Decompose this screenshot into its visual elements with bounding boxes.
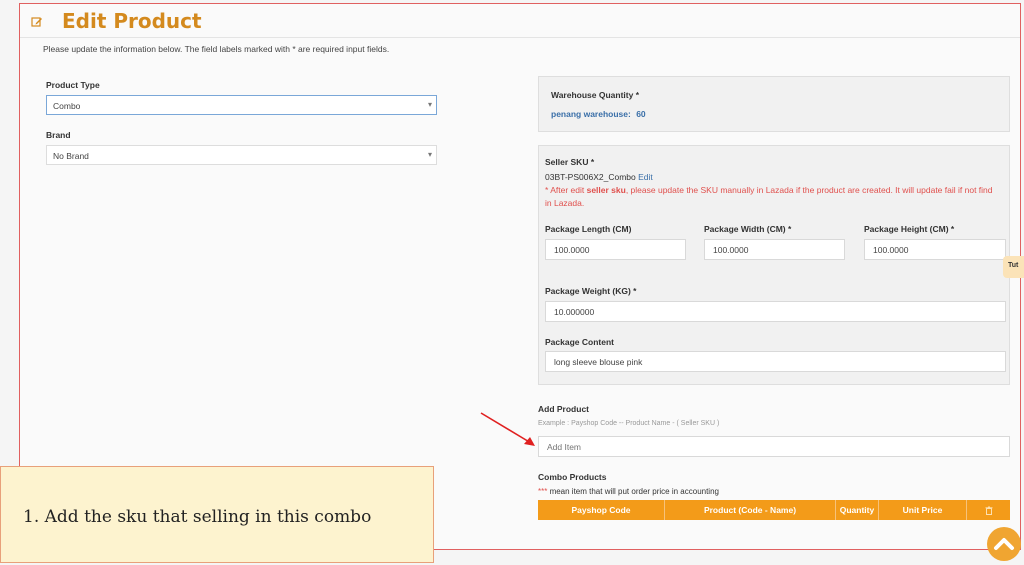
seller-sku-value: 03BT-PS006X2_Combo bbox=[545, 172, 636, 182]
package-width-input[interactable]: 100.0000 bbox=[704, 239, 845, 260]
col-quantity: Quantity bbox=[836, 500, 879, 520]
package-length-input[interactable]: 100.0000 bbox=[545, 239, 686, 260]
package-height-label: Package Height (CM) * bbox=[864, 224, 955, 234]
warehouse-entry[interactable]: penang warehouse: 60 bbox=[551, 109, 646, 119]
package-length-label: Package Length (CM) bbox=[545, 224, 632, 234]
annotation-arrow bbox=[480, 412, 535, 446]
page-title: Edit Product bbox=[62, 9, 202, 33]
scroll-top-button[interactable] bbox=[987, 527, 1021, 561]
brand-value: No Brand bbox=[53, 151, 89, 161]
edit-icon bbox=[31, 17, 42, 27]
warehouse-panel: Warehouse Quantity * penang warehouse: 6… bbox=[538, 76, 1010, 132]
chevron-down-icon: ▾ bbox=[427, 100, 432, 109]
package-content-label: Package Content bbox=[545, 337, 614, 347]
col-unit-price: Unit Price bbox=[879, 500, 967, 520]
chevron-down-icon: ▾ bbox=[427, 150, 432, 159]
col-product: Product (Code - Name) bbox=[665, 500, 836, 520]
package-width-label: Package Width (CM) * bbox=[704, 224, 792, 234]
seller-sku-edit-link[interactable]: Edit bbox=[638, 172, 653, 182]
add-product-example: Example : Payshop Code -- Product Name -… bbox=[538, 420, 720, 427]
side-tab[interactable]: Tut bbox=[1003, 256, 1024, 278]
page-header: Edit Product bbox=[20, 4, 1020, 38]
warehouse-label: Warehouse Quantity * bbox=[551, 90, 640, 100]
package-height-input[interactable]: 100.0000 bbox=[864, 239, 1006, 260]
product-type-value: Combo bbox=[53, 101, 81, 111]
combo-products-label: Combo Products bbox=[538, 472, 607, 482]
seller-sku-warning: * After edit seller sku, please update t… bbox=[545, 185, 993, 208]
chevron-up-icon bbox=[994, 538, 1014, 550]
seller-sku-label: Seller SKU * bbox=[545, 157, 595, 167]
add-item-input[interactable] bbox=[538, 436, 1010, 457]
add-product-label: Add Product bbox=[538, 404, 589, 414]
combo-note: *** mean item that will put order price … bbox=[538, 487, 719, 496]
sku-package-panel: Seller SKU * 03BT-PS006X2_Combo Edit * A… bbox=[538, 145, 1010, 385]
callout-text: 1. Add the sku that selling in this comb… bbox=[23, 507, 372, 527]
package-content-input[interactable]: long sleeve blouse pink bbox=[545, 351, 1006, 372]
warehouse-name: penang warehouse: bbox=[551, 109, 631, 119]
product-type-select[interactable]: Combo ▾ bbox=[46, 95, 437, 115]
col-payshop-code: Payshop Code bbox=[538, 500, 665, 520]
trash-icon[interactable] bbox=[967, 500, 1010, 520]
brand-select[interactable]: No Brand ▾ bbox=[46, 145, 437, 165]
warehouse-qty: 60 bbox=[636, 109, 646, 119]
seller-sku-row: 03BT-PS006X2_Combo Edit bbox=[545, 172, 653, 182]
instruction-callout: 1. Add the sku that selling in this comb… bbox=[0, 466, 434, 563]
intro-text: Please update the information below. The… bbox=[43, 44, 390, 54]
package-weight-label: Package Weight (KG) * bbox=[545, 286, 637, 296]
combo-table-header: Payshop Code Product (Code - Name) Quant… bbox=[538, 500, 1010, 520]
brand-label: Brand bbox=[46, 130, 71, 140]
package-weight-input[interactable]: 10.000000 bbox=[545, 301, 1006, 322]
product-type-label: Product Type bbox=[46, 80, 100, 90]
